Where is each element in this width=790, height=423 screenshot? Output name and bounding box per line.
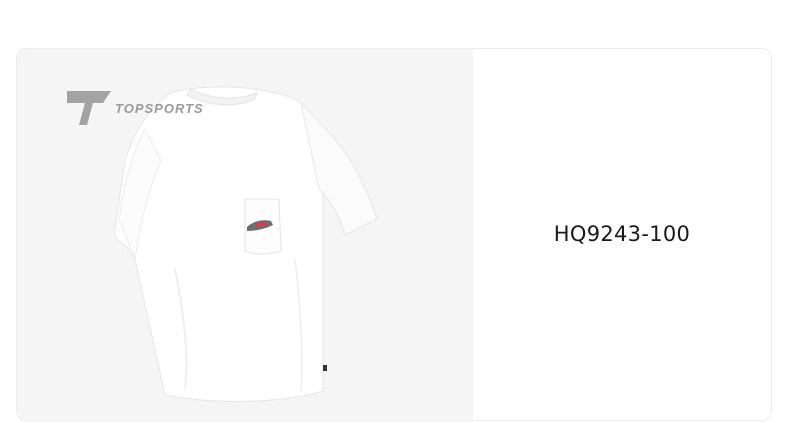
product-image-pane: TOPSPORTS	[17, 49, 473, 420]
topsports-logo-text: TOPSPORTS	[115, 101, 204, 116]
product-card[interactable]: TOPSPORTS HQ9243-100	[16, 48, 772, 421]
product-info-pane: HQ9243-100	[473, 49, 771, 420]
topsports-logo-icon	[67, 91, 111, 125]
topsports-logo: TOPSPORTS	[67, 91, 227, 131]
product-code: HQ9243-100	[553, 221, 691, 246]
